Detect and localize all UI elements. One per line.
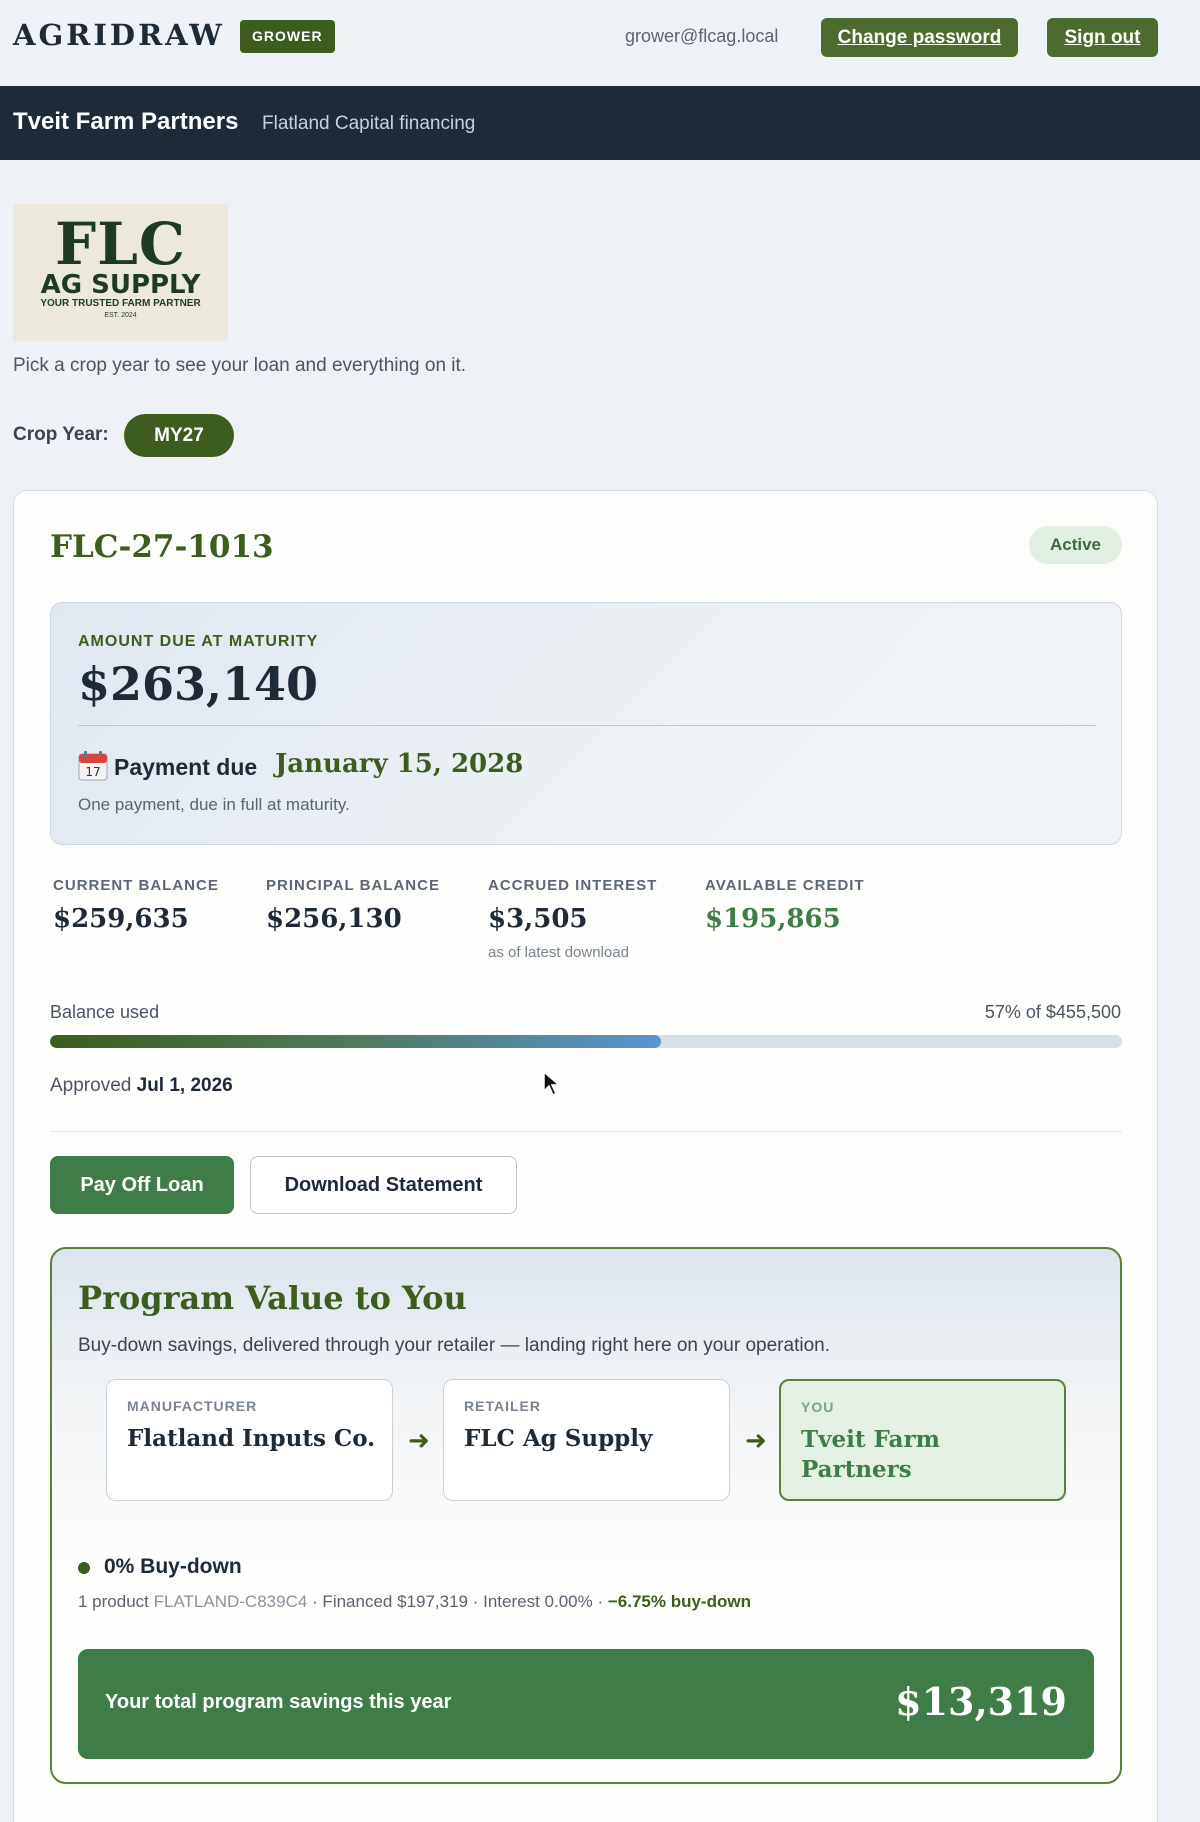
stat-label: ACCRUED INTEREST (488, 877, 658, 894)
download-statement-button[interactable]: Download Statement (250, 1156, 517, 1214)
crop-year-label: Crop Year: (13, 424, 109, 445)
stat-principal-balance: PRINCIPAL BALANCE $256,130 (266, 877, 440, 934)
pay-off-loan-button[interactable]: Pay Off Loan (50, 1156, 234, 1214)
stat-value: $259,635 (53, 904, 189, 934)
balance-progress-bar (50, 1035, 1122, 1048)
top-bar: AGRIDRAW GROWER grower@flcag.local Chang… (0, 0, 1200, 86)
total-savings-banner: Your total program savings this year $13… (78, 1649, 1094, 1759)
payment-due-date: January 15, 2028 (275, 749, 524, 779)
stat-value: $256,130 (266, 904, 402, 934)
program-title: Program Value to You (78, 1279, 467, 1317)
change-password-button[interactable]: Change password (821, 18, 1018, 57)
loan-card: FLC-27-1013 Active AMOUNT DUE AT MATURIT… (13, 490, 1158, 1822)
flow-value: FLC Ag Supply (464, 1425, 653, 1452)
stat-accrued-interest: ACCRUED INTEREST $3,505 as of latest dow… (488, 877, 657, 961)
divider (78, 725, 1096, 726)
approved-label: Approved (50, 1075, 132, 1096)
flow-you: YOU Tveit Farm Partners (779, 1379, 1066, 1501)
amount-due-panel: AMOUNT DUE AT MATURITY $263,140 17 Payme… (50, 602, 1122, 845)
payment-note: One payment, due in full at maturity. (78, 795, 350, 814)
payment-due-label: Payment due (114, 754, 258, 780)
approved-date: Jul 1, 2026 (136, 1075, 233, 1096)
user-email: grower@flcag.local (625, 26, 779, 46)
mouse-pointer-icon (543, 1071, 562, 1097)
retailer-logo-line2: AG SUPPLY (40, 270, 201, 300)
sign-out-button[interactable]: Sign out (1047, 18, 1158, 57)
buydown-rate: −6.75% buy-down (607, 1592, 751, 1611)
flow-label: YOU (801, 1399, 835, 1415)
arrow-right-icon: ➜ (408, 1425, 430, 1455)
flow-value: Flatland Inputs Co. (127, 1425, 376, 1452)
balance-used-text: 57% of $455,500 (984, 1002, 1121, 1022)
total-savings-value: $13,319 (895, 1679, 1067, 1724)
stat-current-balance: CURRENT BALANCE $259,635 (53, 877, 219, 934)
buydown-financing: · Financed $197,319 · Interest 0.00% · (312, 1592, 604, 1611)
stat-value: $195,865 (705, 904, 841, 934)
balance-used-label: Balance used (50, 1002, 160, 1022)
stat-available-credit: AVAILABLE CREDIT $195,865 (705, 877, 865, 934)
stat-note: as of latest download (488, 944, 629, 961)
total-savings-label: Your total program savings this year (105, 1691, 452, 1713)
buydown-product-count: 1 product (78, 1592, 149, 1611)
calendar-icon: 17 (78, 751, 108, 781)
buydown-title: 0% Buy-down (104, 1555, 242, 1578)
amount-due-value: $263,140 (78, 657, 319, 711)
balance-progress-fill (50, 1035, 662, 1048)
stat-value: $3,505 (488, 904, 588, 934)
flow-label: RETAILER (464, 1398, 541, 1414)
arrow-right-icon: ➜ (745, 1425, 767, 1455)
buydown-sku: FLATLAND-C839C4 (153, 1592, 308, 1611)
program-value-panel: Program Value to You Buy-down savings, d… (50, 1247, 1122, 1784)
stat-label: CURRENT BALANCE (53, 877, 219, 894)
retailer-logo: FLC AG SUPPLY YOUR TRUSTED FARM PARTNER … (13, 204, 228, 341)
retailer-logo-tagline: YOUR TRUSTED FARM PARTNER (40, 298, 201, 309)
svg-text:17: 17 (85, 765, 100, 779)
retailer-logo-line1: FLC (54, 210, 187, 278)
retailer-logo-est: EST. 2024 (104, 312, 137, 319)
approved-line: Approved Jul 1, 2026 (50, 1075, 233, 1097)
loan-id: FLC-27-1013 (50, 529, 274, 565)
flow-label: MANUFACTURER (127, 1398, 258, 1414)
role-badge: GROWER (240, 20, 335, 53)
status-badge: Active (1029, 526, 1122, 564)
buydown-details: 1 product FLATLAND-C839C4 · Financed $19… (78, 1592, 751, 1612)
instruction-text: Pick a crop year to see your loan and ev… (13, 355, 467, 376)
flow-value: Tveit Farm Partners (801, 1426, 940, 1483)
bullet-dot-icon (78, 1562, 90, 1574)
flow-retailer: RETAILER FLC Ag Supply (443, 1379, 730, 1501)
stat-label: PRINCIPAL BALANCE (266, 877, 440, 894)
financing-subtitle: Flatland Capital financing (262, 113, 476, 134)
amount-due-label: AMOUNT DUE AT MATURITY (78, 633, 319, 650)
flow-manufacturer: MANUFACTURER Flatland Inputs Co. (106, 1379, 393, 1501)
program-subtitle: Buy-down savings, delivered through your… (78, 1335, 830, 1356)
farm-header-band: Tveit Farm Partners Flatland Capital fin… (0, 86, 1200, 160)
farm-name: Tveit Farm Partners (13, 108, 239, 135)
stat-label: AVAILABLE CREDIT (705, 877, 865, 894)
crop-year-selector[interactable]: MY27 (124, 414, 234, 457)
divider (50, 1131, 1122, 1132)
app-logo[interactable]: AGRIDRAW (13, 18, 225, 52)
